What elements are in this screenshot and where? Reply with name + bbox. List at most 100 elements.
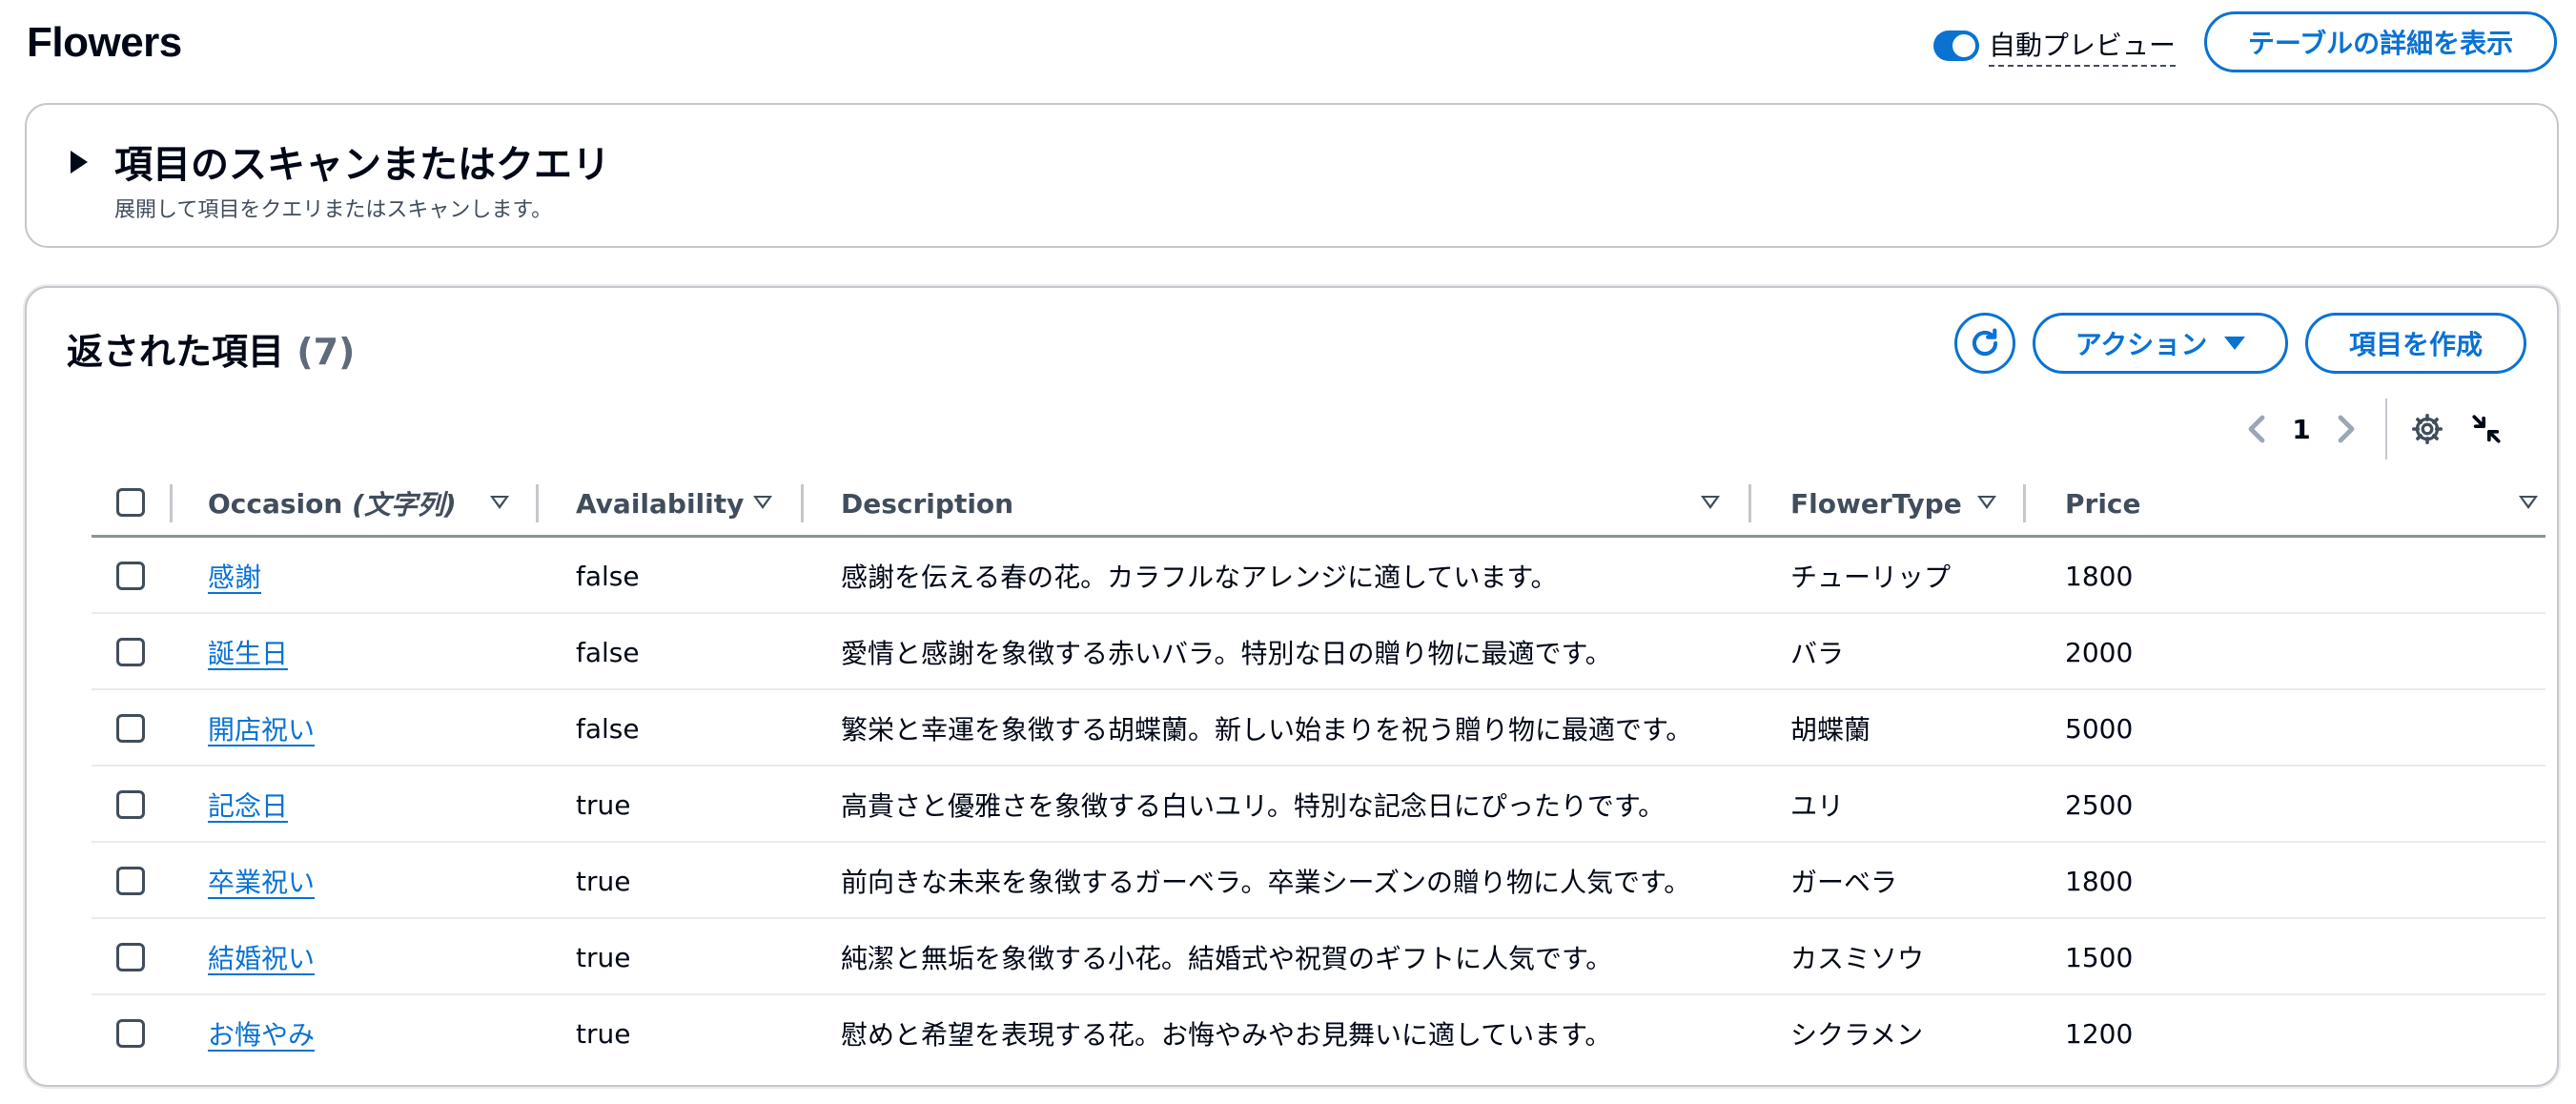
page-title: Flowers bbox=[27, 19, 182, 66]
select-all-checkbox[interactable] bbox=[116, 488, 145, 517]
description-cell: 前向きな未来を象徴するガーベラ。卒業シーズンの贈り物に人気です。 bbox=[841, 867, 1691, 898]
returned-items-title: 返された項目 (7) bbox=[67, 322, 355, 375]
column-divider[interactable] bbox=[1748, 484, 1751, 522]
toggle-knob bbox=[1952, 34, 1975, 57]
description-cell: 感謝を伝える春の花。カラフルなアレンジに適しています。 bbox=[841, 562, 1558, 593]
availability-cell: true bbox=[576, 788, 631, 821]
sort-icon[interactable] bbox=[1701, 496, 1720, 509]
price-cell: 2500 bbox=[2065, 788, 2134, 821]
caret-down-icon bbox=[2224, 337, 2246, 350]
chevron-right-icon bbox=[2338, 415, 2355, 443]
table-body: 感謝 false 感謝を伝える春の花。カラフルなアレンジに適しています。 チュー… bbox=[92, 538, 2545, 1072]
flowertype-cell: シクラメン bbox=[1790, 1019, 1924, 1051]
occasion-link[interactable]: 誕生日 bbox=[208, 614, 288, 690]
row-checkbox[interactable] bbox=[116, 867, 145, 895]
table-row: 結婚祝い true 純潔と無垢を象徴する小花。結婚式や祝賀のギフトに人気です。 … bbox=[92, 919, 2545, 995]
occasion-link[interactable]: 卒業祝い bbox=[208, 843, 315, 919]
row-checkbox[interactable] bbox=[116, 638, 145, 666]
description-cell: 愛情と感謝を象徴する赤いバラ。特別な日の贈り物に最適です。 bbox=[841, 638, 1612, 669]
table-row: 誕生日 false 愛情と感謝を象徴する赤いバラ。特別な日の贈り物に最適です。 … bbox=[92, 614, 2545, 690]
returned-items-count: (7) bbox=[296, 331, 356, 373]
view-table-details-button[interactable]: テーブルの詳細を表示 bbox=[2204, 11, 2557, 72]
actions-button[interactable]: アクション bbox=[2033, 313, 2288, 374]
column-divider[interactable] bbox=[536, 484, 539, 522]
occasion-link[interactable]: 感謝 bbox=[208, 538, 261, 614]
occasion-type-label: (文字列) bbox=[352, 489, 457, 521]
table-row: 卒業祝い true 前向きな未来を象徴するガーベラ。卒業シーズンの贈り物に人気で… bbox=[92, 843, 2545, 919]
flowertype-cell: ガーベラ bbox=[1790, 867, 1898, 898]
price-cell: 1800 bbox=[2065, 865, 2134, 897]
description-cell: 繁栄と幸運を象徴する胡蝶蘭。新しい始まりを祝う贈り物に最適です。 bbox=[841, 714, 1693, 746]
occasion-link[interactable]: 結婚祝い bbox=[208, 919, 315, 995]
chevron-left-icon bbox=[2248, 415, 2265, 443]
column-header-description[interactable]: Description bbox=[841, 469, 1013, 538]
sort-icon[interactable] bbox=[753, 496, 772, 509]
price-cell: 1800 bbox=[2065, 560, 2134, 592]
availability-cell: true bbox=[576, 1017, 631, 1050]
scan-query-title[interactable]: 項目のスキャンまたはクエリ bbox=[114, 133, 610, 189]
availability-cell: true bbox=[576, 865, 631, 897]
returned-items-title-text: 返された項目 bbox=[67, 331, 285, 373]
row-checkbox[interactable] bbox=[116, 943, 145, 971]
gear-icon bbox=[2411, 413, 2443, 445]
row-checkbox[interactable] bbox=[116, 1019, 145, 1048]
actions-button-label: アクション bbox=[2075, 329, 2208, 360]
table-row: 記念日 true 高貴さと優雅さを象徴する白いユリ。特別な記念日にぴったりです。… bbox=[92, 767, 2545, 843]
price-cell: 1500 bbox=[2065, 941, 2134, 973]
table-row: 開店祝い false 繁栄と幸運を象徴する胡蝶蘭。新しい始まりを祝う贈り物に最適… bbox=[92, 690, 2545, 767]
previous-page-button[interactable] bbox=[2237, 410, 2275, 448]
create-item-button[interactable]: 項目を作成 bbox=[2305, 313, 2526, 374]
table-header: Occasion (文字列) Availability Description … bbox=[92, 469, 2545, 538]
flowertype-cell: ユリ bbox=[1790, 790, 1845, 822]
sort-icon[interactable] bbox=[2519, 496, 2538, 509]
occasion-link[interactable]: お悔やみ bbox=[208, 995, 315, 1072]
auto-preview-label[interactable]: 自動プレビュー bbox=[1989, 25, 2177, 67]
description-cell: 純潔と無垢を象徴する小花。結婚式や祝賀のギフトに人気です。 bbox=[841, 943, 1613, 974]
sort-icon[interactable] bbox=[490, 496, 509, 509]
flowertype-cell: バラ bbox=[1790, 638, 1845, 669]
column-header-availability[interactable]: Availability bbox=[576, 469, 744, 538]
scan-query-subtitle: 展開して項目をクエリまたはスキャンします。 bbox=[114, 198, 553, 222]
price-cell: 2000 bbox=[2065, 636, 2134, 668]
row-checkbox[interactable] bbox=[116, 714, 145, 743]
row-checkbox[interactable] bbox=[116, 790, 145, 819]
column-divider[interactable] bbox=[170, 484, 173, 522]
returned-items-panel: 返された項目 (7) アクション 項目を作成 1 Occasion (文字列) … bbox=[25, 286, 2559, 1087]
availability-cell: false bbox=[576, 560, 640, 592]
occasion-header-label: Occasion bbox=[208, 487, 343, 520]
refresh-icon bbox=[1972, 328, 1998, 357]
auto-preview-toggle[interactable] bbox=[1933, 31, 1979, 61]
table-row: 感謝 false 感謝を伝える春の花。カラフルなアレンジに適しています。 チュー… bbox=[92, 538, 2545, 614]
shrink-icon bbox=[2472, 415, 2501, 443]
description-cell: 高貴さと優雅さを象徴する白いユリ。特別な記念日にぴったりです。 bbox=[841, 790, 1666, 822]
column-header-price[interactable]: Price bbox=[2065, 469, 2141, 538]
description-cell: 慰めと希望を表現する花。お悔やみやお見舞いに適しています。 bbox=[841, 1019, 1612, 1051]
next-page-button[interactable] bbox=[2328, 410, 2366, 448]
auto-preview-toggle-group[interactable]: 自動プレビュー bbox=[1933, 25, 2177, 67]
flowertype-cell: 胡蝶蘭 bbox=[1790, 714, 1871, 746]
sort-icon[interactable] bbox=[1977, 496, 1996, 509]
price-cell: 5000 bbox=[2065, 712, 2134, 745]
page-number[interactable]: 1 bbox=[2275, 414, 2328, 445]
table-row: お悔やみ true 慰めと希望を表現する花。お悔やみやお見舞いに適しています。 … bbox=[92, 995, 2545, 1072]
page-header: Flowers 自動プレビュー テーブルの詳細を表示 bbox=[27, 11, 2557, 74]
collapse-button[interactable] bbox=[2465, 408, 2507, 450]
price-cell: 1200 bbox=[2065, 1017, 2134, 1050]
items-table: Occasion (文字列) Availability Description … bbox=[92, 469, 2545, 1072]
column-divider[interactable] bbox=[2023, 484, 2026, 522]
expand-caret-icon[interactable] bbox=[71, 151, 88, 174]
refresh-button[interactable] bbox=[1954, 313, 2015, 374]
flowertype-cell: チューリップ bbox=[1790, 562, 1952, 593]
column-header-occasion[interactable]: Occasion (文字列) bbox=[208, 469, 457, 538]
occasion-link[interactable]: 開店祝い bbox=[208, 690, 315, 767]
availability-cell: false bbox=[576, 636, 640, 668]
column-divider[interactable] bbox=[801, 484, 804, 522]
preferences-button[interactable] bbox=[2406, 408, 2448, 450]
availability-cell: true bbox=[576, 941, 631, 973]
pager-divider bbox=[2385, 399, 2387, 460]
flowertype-cell: カスミソウ bbox=[1790, 943, 1925, 974]
scan-query-panel[interactable]: 項目のスキャンまたはクエリ 展開して項目をクエリまたはスキャンします。 bbox=[25, 103, 2559, 248]
occasion-link[interactable]: 記念日 bbox=[208, 767, 288, 843]
row-checkbox[interactable] bbox=[116, 562, 145, 590]
column-header-flowertype[interactable]: FlowerType bbox=[1790, 469, 1962, 538]
